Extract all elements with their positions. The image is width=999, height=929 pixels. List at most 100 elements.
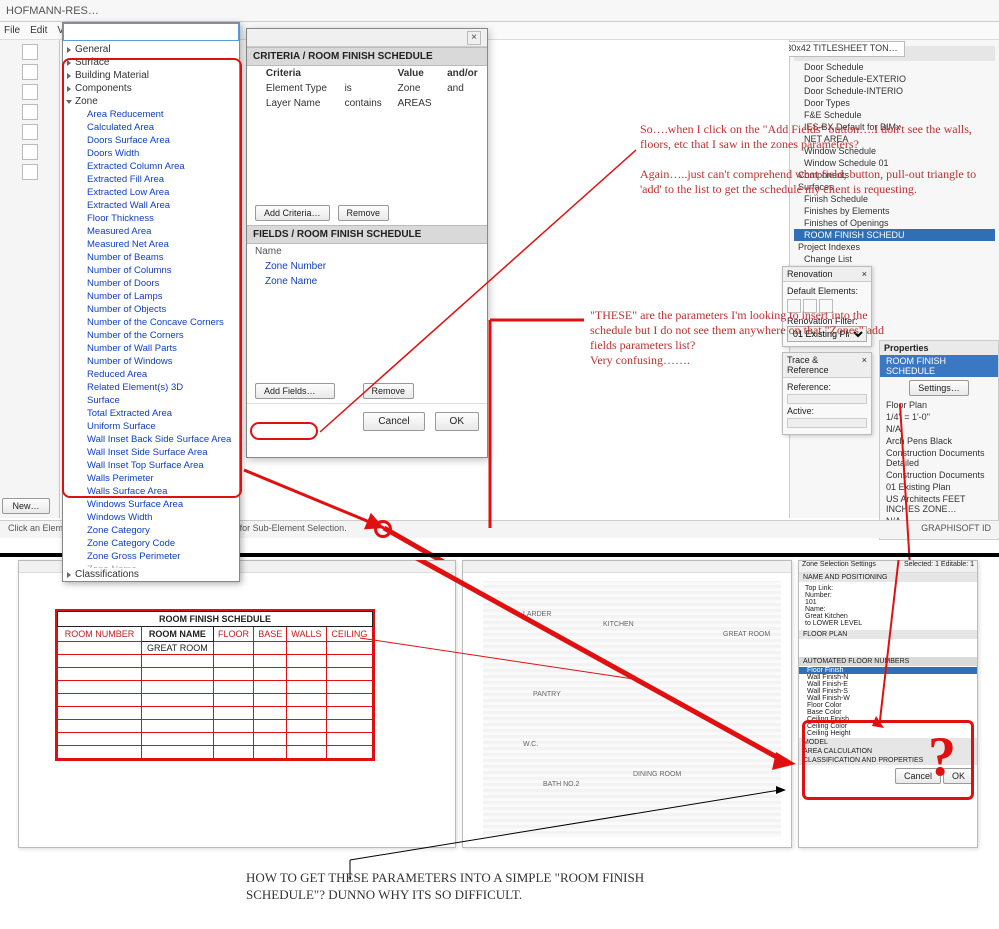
zone-param-uniform-surface[interactable]: Uniform Surface — [63, 420, 239, 433]
zone-tool-icon[interactable] — [22, 164, 38, 180]
zone-param-number-of-windows[interactable]: Number of Windows — [63, 355, 239, 368]
nav-change-list[interactable]: Change List — [794, 253, 995, 265]
popup-group-classifications[interactable]: Classifications — [63, 568, 239, 581]
zone-param-calculated-area[interactable]: Calculated Area — [63, 121, 239, 134]
zone-param-total-extracted-area[interactable]: Total Extracted Area — [63, 407, 239, 420]
zone-param-number-of-wall-parts[interactable]: Number of Wall Parts — [63, 342, 239, 355]
popup-group-surface[interactable]: Surface — [63, 56, 239, 69]
popup-group-general[interactable]: General — [63, 43, 239, 56]
zone-param-floor-thickness[interactable]: Floor Thickness — [63, 212, 239, 225]
zone-param-area-reducement[interactable]: Area Reducement — [63, 108, 239, 121]
tool-palette[interactable]: New… — [0, 40, 60, 518]
zone-param-list[interactable]: Area ReducementCalculated AreaDoors Surf… — [63, 108, 239, 568]
mini-zone-settings-window[interactable]: Zone Selection Settings Selected: 1 Edit… — [798, 560, 978, 848]
add-fields-popup[interactable]: GeneralSurfaceBuilding MaterialComponent… — [62, 22, 240, 582]
add-fields-button[interactable]: Add Fields… — [255, 383, 335, 399]
popup-group-zone[interactable]: Zone — [63, 95, 239, 108]
nav-indexes-header[interactable]: Project Indexes — [794, 241, 995, 253]
nav-finishes-of-openings[interactable]: Finishes of Openings — [794, 217, 995, 229]
slab-tool-icon[interactable] — [22, 144, 38, 160]
room-finish-schedule-table: ROOM FINISH SCHEDULE ROOM NUMBERROOM NAM… — [55, 609, 375, 761]
zone-setting-base-color[interactable]: Base Color — [799, 709, 977, 716]
zone-param-wall-inset-side-surface-area[interactable]: Wall Inset Side Surface Area — [63, 446, 239, 459]
ok-button[interactable]: OK — [435, 412, 479, 431]
nav-door-types[interactable]: Door Types — [794, 97, 995, 109]
nav-room-finish-schedule[interactable]: ROOM FINISH SCHEDU — [794, 229, 995, 241]
zone-param-walls-perimeter[interactable]: Walls Perimeter — [63, 472, 239, 485]
titlebar: HOFMANN-RES… — [0, 0, 999, 22]
close-icon[interactable]: × — [467, 31, 481, 45]
zone-setting-floor-finish[interactable]: Floor Finish — [799, 667, 977, 674]
wall-tool-icon[interactable] — [22, 84, 38, 100]
zone-param-doors-surface-area[interactable]: Doors Surface Area — [63, 134, 239, 147]
zone-setting-wall-finish-e[interactable]: Wall Finish-E — [799, 681, 977, 688]
zone-param-extracted-column-area[interactable]: Extracted Column Area — [63, 160, 239, 173]
zone-setting-wall-finish-w[interactable]: Wall Finish-W — [799, 695, 977, 702]
zone-param-number-of-the-concave-corners[interactable]: Number of the Concave Corners — [63, 316, 239, 329]
fields-section-header: FIELDS / ROOM FINISH SCHEDULE — [247, 225, 487, 244]
scheme-settings-dialog[interactable]: × CRITERIA / ROOM FINISH SCHEDULE Criter… — [246, 28, 488, 458]
props-row: Construction Documents Detailed — [880, 447, 998, 469]
active-slider[interactable] — [787, 418, 867, 428]
annotation-note-1: So….when I click on the "Add Fields" but… — [640, 122, 980, 197]
zone-param-measured-area[interactable]: Measured Area — [63, 225, 239, 238]
zone-param-wall-inset-top-surface-area[interactable]: Wall Inset Top Surface Area — [63, 459, 239, 472]
dialog-titlebar[interactable]: × — [247, 29, 487, 47]
zone-param-number-of-beams[interactable]: Number of Beams — [63, 251, 239, 264]
zone-param-number-of-lamps[interactable]: Number of Lamps — [63, 290, 239, 303]
zone-param-walls-surface-area[interactable]: Walls Surface Area — [63, 485, 239, 498]
zone-setting-wall-finish-s[interactable]: Wall Finish-S — [799, 688, 977, 695]
zone-param-windows-surface-area[interactable]: Windows Surface Area — [63, 498, 239, 511]
window-tool-icon[interactable] — [22, 124, 38, 140]
field-zone-name[interactable]: Zone Name — [247, 274, 487, 289]
nav-door-schedule-interio[interactable]: Door Schedule-INTERIO — [794, 85, 995, 97]
zone-param-surface[interactable]: Surface — [63, 394, 239, 407]
menu-edit[interactable]: Edit — [30, 25, 47, 36]
zone-param-related-element-s-3d[interactable]: Related Element(s) 3D — [63, 381, 239, 394]
zone-param-reduced-area[interactable]: Reduced Area — [63, 368, 239, 381]
properties-panel[interactable]: Properties ROOM FINISH SCHEDULE Settings… — [879, 340, 999, 540]
graphisoft-id[interactable]: GRAPHISOFT ID — [921, 523, 991, 536]
zone-param-extracted-low-area[interactable]: Extracted Low Area — [63, 186, 239, 199]
props-row: 01 Existing Plan — [880, 481, 998, 493]
zone-param-number-of-objects[interactable]: Number of Objects — [63, 303, 239, 316]
zone-param-extracted-wall-area[interactable]: Extracted Wall Area — [63, 199, 239, 212]
cancel-button[interactable]: Cancel — [363, 412, 424, 431]
reference-slider[interactable] — [787, 394, 867, 404]
popup-search-input[interactable] — [63, 23, 239, 41]
nav-door-schedule-exterio[interactable]: Door Schedule-EXTERIO — [794, 73, 995, 85]
tab-titlesheet[interactable]: [30x42 TITLESHEET TON… — [777, 41, 905, 57]
props-settings-button[interactable]: Settings… — [909, 380, 969, 396]
arrow-tool-icon[interactable] — [22, 44, 38, 60]
close-icon[interactable]: × — [862, 269, 867, 279]
new-button[interactable]: New… — [2, 498, 50, 514]
zone-param-number-of-the-corners[interactable]: Number of the Corners — [63, 329, 239, 342]
nav-finishes-by-elements[interactable]: Finishes by Elements — [794, 205, 995, 217]
zone-param-extracted-fill-area[interactable]: Extracted Fill Area — [63, 173, 239, 186]
zone-param-number-of-columns[interactable]: Number of Columns — [63, 264, 239, 277]
zone-param-number-of-doors[interactable]: Number of Doors — [63, 277, 239, 290]
zone-setting-floor-color[interactable]: Floor Color — [799, 702, 977, 709]
nav-door-schedule[interactable]: Door Schedule — [794, 61, 995, 73]
zone-param-doors-width[interactable]: Doors Width — [63, 147, 239, 160]
popup-group-components[interactable]: Components — [63, 82, 239, 95]
zone-param-zone-gross-perimeter[interactable]: Zone Gross Perimeter — [63, 550, 239, 563]
zone-param-zone-category[interactable]: Zone Category — [63, 524, 239, 537]
zone-param-measured-net-area[interactable]: Measured Net Area — [63, 238, 239, 251]
popup-group-building-material[interactable]: Building Material — [63, 69, 239, 82]
marquee-tool-icon[interactable] — [22, 64, 38, 80]
door-tool-icon[interactable] — [22, 104, 38, 120]
zone-param-wall-inset-back-side-surface-area[interactable]: Wall Inset Back Side Surface Area — [63, 433, 239, 446]
annotation-note-3: HOW TO GET THESE PARAMETERS INTO A SIMPL… — [246, 870, 676, 904]
field-zone-number[interactable]: Zone Number — [247, 259, 487, 274]
remove-field-button[interactable]: Remove — [363, 383, 415, 399]
zone-setting-wall-finish-n[interactable]: Wall Finish-N — [799, 674, 977, 681]
nav-f-e-schedule[interactable]: F&E Schedule — [794, 109, 995, 121]
zone-param-windows-width[interactable]: Windows Width — [63, 511, 239, 524]
remove-criteria-button[interactable]: Remove — [338, 205, 390, 221]
automated-floor-numbers-header[interactable]: AUTOMATED FLOOR NUMBERS — [799, 657, 977, 666]
menu-file[interactable]: File — [4, 25, 20, 36]
add-criteria-button[interactable]: Add Criteria… — [255, 205, 330, 221]
app-title: HOFMANN-RES… — [6, 5, 99, 17]
zone-param-zone-category-code[interactable]: Zone Category Code — [63, 537, 239, 550]
